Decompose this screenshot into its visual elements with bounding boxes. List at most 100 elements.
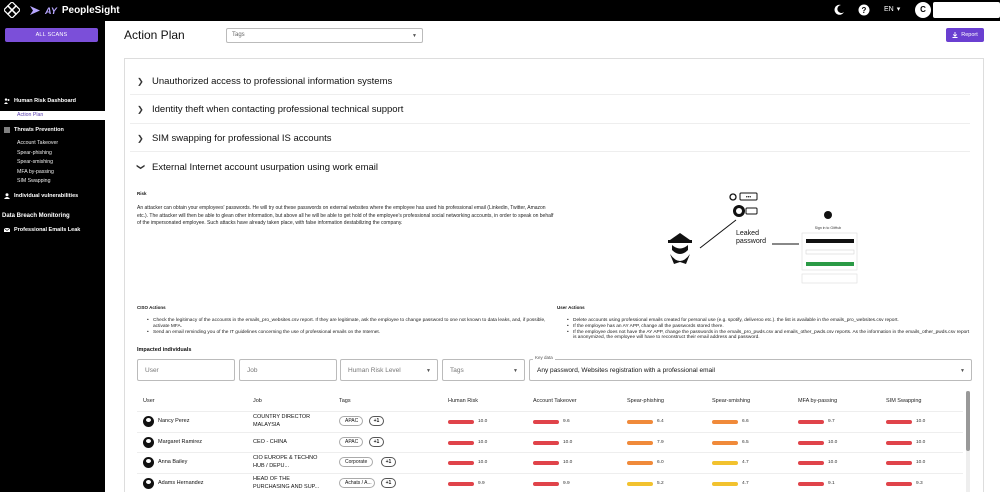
column-header-mfa-bypassing[interactable]: MFA by-passing bbox=[798, 398, 837, 404]
leaked-password-illustration: ••• Leaked password Sign in to GitHub bbox=[668, 192, 858, 284]
job-line-1: COUNTRY DIRECTOR bbox=[253, 414, 311, 420]
sidebar-label: Individual vulnerabilities bbox=[14, 193, 79, 199]
chevron-down-icon: ❯ bbox=[136, 163, 146, 171]
column-header-job[interactable]: Job bbox=[253, 398, 262, 404]
user-name[interactable]: Nancy Perez bbox=[158, 418, 190, 424]
user-filter-input[interactable]: User bbox=[137, 359, 235, 381]
score-value: 9.1 bbox=[828, 481, 835, 486]
score-value: 9.3 bbox=[916, 481, 923, 486]
user-name[interactable]: Anna Bailey bbox=[158, 459, 187, 465]
column-header-sim-swapping[interactable]: SIM Swapping bbox=[886, 398, 921, 404]
dark-mode-icon[interactable] bbox=[833, 4, 845, 16]
user-avatar-icon bbox=[143, 478, 154, 489]
score-bar bbox=[886, 420, 912, 424]
score-bar bbox=[448, 441, 474, 445]
svg-text:•••: ••• bbox=[746, 195, 752, 201]
column-header-human-risk[interactable]: Human Risk bbox=[448, 398, 478, 404]
more-tags-button[interactable]: +1 bbox=[369, 416, 384, 426]
logo-icon[interactable] bbox=[4, 2, 20, 18]
sidebar-item-individual[interactable]: Individual vulnerabilities bbox=[4, 193, 78, 199]
report-button[interactable]: Report bbox=[946, 28, 984, 42]
job-line-2: HUB / DEPU... bbox=[253, 463, 290, 469]
key-data-select[interactable]: Any password, Websites registration with… bbox=[529, 359, 972, 381]
user-avatar-icon bbox=[143, 437, 154, 448]
chevron-right-icon: ❯ bbox=[137, 134, 144, 143]
ciso-actions-list: Check the legitimacy of the accounts in … bbox=[145, 318, 555, 335]
sidebar-item-action-plan[interactable]: Action Plan bbox=[0, 111, 105, 120]
tag-chip[interactable]: APAC bbox=[339, 416, 363, 426]
column-header-account-takeover[interactable]: Account Takeover bbox=[533, 398, 577, 404]
sidebar-section-data-breach: Data Breach Monitoring bbox=[2, 213, 70, 219]
score-bar bbox=[627, 461, 653, 465]
all-scans-button[interactable]: ALL SCANS bbox=[5, 28, 98, 42]
score-bar bbox=[448, 482, 474, 486]
accordion-item-4[interactable]: ❯ External Internet account usurpation u… bbox=[136, 162, 379, 173]
sidebar-item-spear-phishing[interactable]: Spear-phishing bbox=[17, 150, 52, 156]
top-search-input[interactable] bbox=[933, 2, 1000, 18]
language-label: EN bbox=[884, 5, 894, 13]
user-name[interactable]: Adams Hernandez bbox=[158, 480, 204, 486]
sidebar-item-account-takeover[interactable]: Account Takeover bbox=[17, 140, 58, 146]
sidebar-label: Professional Emails Leak bbox=[14, 227, 81, 233]
table-scrollbar[interactable] bbox=[966, 391, 970, 492]
score-bar bbox=[798, 482, 824, 486]
sidebar-label: Human Risk Dashboard bbox=[14, 98, 77, 104]
avatar[interactable]: C bbox=[915, 2, 931, 18]
score-value: 10.0 bbox=[828, 440, 838, 445]
column-header-tags[interactable]: Tags bbox=[339, 398, 351, 404]
report-label: Report bbox=[961, 32, 978, 38]
score-bar bbox=[886, 441, 912, 445]
chevron-down-icon: ▼ bbox=[426, 368, 431, 374]
list-item: Send an email reminding you of the IT gu… bbox=[145, 330, 555, 336]
score-bar bbox=[798, 420, 824, 424]
risk-level-select[interactable]: Human Risk Level ▼ bbox=[340, 359, 438, 381]
score-bar bbox=[533, 482, 559, 486]
accordion-item-2[interactable]: ❯ Identity theft when contacting profess… bbox=[137, 104, 403, 115]
accordion-title: SIM swapping for professional IS account… bbox=[152, 133, 332, 144]
help-icon[interactable]: ? bbox=[858, 4, 870, 16]
download-icon bbox=[952, 32, 958, 38]
job-line-1: CEO - CHINA bbox=[253, 439, 287, 445]
tag-chip[interactable]: Achats / A... bbox=[339, 478, 375, 488]
language-select[interactable]: EN ▾ bbox=[884, 5, 901, 14]
column-header-spear-smishing[interactable]: Spear-smishing bbox=[712, 398, 750, 404]
score-bar bbox=[627, 482, 653, 486]
svg-text:Leaked: Leaked bbox=[736, 230, 759, 237]
column-header-user[interactable]: User bbox=[143, 398, 155, 404]
job-line-1: CIO EUROPE & TECHNO bbox=[253, 455, 318, 461]
sidebar-item-threats[interactable]: Threats Prevention bbox=[4, 127, 64, 133]
list-item: If the employee does not have the AY APP… bbox=[565, 330, 970, 342]
more-tags-button[interactable]: +1 bbox=[381, 478, 396, 488]
job-filter-input[interactable]: Job bbox=[239, 359, 337, 381]
hacker-icon bbox=[668, 233, 692, 264]
accordion-item-3[interactable]: ❯ SIM swapping for professional IS accou… bbox=[137, 133, 332, 144]
score-value: 10.0 bbox=[828, 460, 838, 465]
tag-chip[interactable]: APAC bbox=[339, 437, 363, 447]
user-name[interactable]: Margaret Ramirez bbox=[158, 439, 202, 445]
sidebar-item-human-risk[interactable]: Human Risk Dashboard bbox=[4, 98, 76, 104]
score-value: 4.7 bbox=[742, 460, 749, 465]
score-bar bbox=[627, 441, 653, 445]
sidebar-item-mfa-bypassing[interactable]: MFA by-passing bbox=[17, 169, 54, 175]
brand[interactable]: AY PeopleSight bbox=[30, 3, 120, 18]
svg-text:Sign in to GitHub: Sign in to GitHub bbox=[815, 226, 842, 230]
impacted-title: Impacted individuals bbox=[137, 347, 192, 353]
job-line-2: PURCHASING AND SUP... bbox=[253, 484, 320, 490]
divider bbox=[130, 151, 970, 152]
column-header-spear-phishing[interactable]: Spear-phishing bbox=[627, 398, 664, 404]
tags-select[interactable]: Tags ▼ bbox=[442, 359, 525, 381]
sidebar-item-emails-leak[interactable]: Professional Emails Leak bbox=[4, 227, 80, 233]
key-data-legend: Key data bbox=[533, 355, 555, 360]
score-value: 6.5 bbox=[742, 440, 749, 445]
tag-chip[interactable]: Corporate bbox=[339, 457, 374, 467]
chevron-down-icon: ▾ bbox=[896, 6, 901, 13]
sidebar-item-spear-smishing[interactable]: Spear-smishing bbox=[17, 159, 53, 165]
accordion-item-1[interactable]: ❯ Unauthorized access to professional in… bbox=[137, 76, 392, 87]
more-tags-button[interactable]: +1 bbox=[381, 457, 396, 467]
more-tags-button[interactable]: +1 bbox=[369, 437, 384, 447]
ciso-actions-label: CISO Actions bbox=[137, 305, 166, 310]
scrollbar-thumb[interactable] bbox=[966, 391, 970, 451]
tags-filter-select[interactable]: Tags ▼ bbox=[226, 28, 423, 43]
sidebar-item-sim-swapping[interactable]: SIM Swapping bbox=[17, 178, 50, 184]
score-value: 6.0 bbox=[657, 460, 664, 465]
